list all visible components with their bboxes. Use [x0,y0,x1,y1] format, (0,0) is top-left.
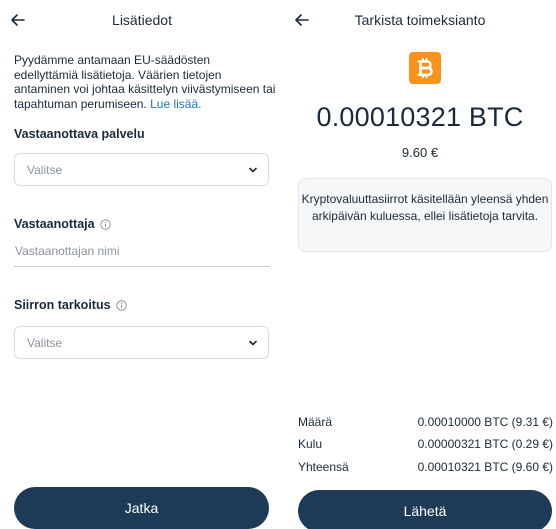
info-icon[interactable] [115,299,127,311]
summary-key: Yhteensä [298,460,349,474]
intro-body: Pyydämme antamaan EU-säädösten edellyttä… [14,53,276,111]
purpose-label: Siirron tarkoitus [14,298,127,312]
summary-value: 0.00010000 BTC (9.31 €) [417,415,553,429]
summary-value: 0.00000321 BTC (0.29 €) [417,437,553,451]
page-title: Lisätiedot [112,12,172,28]
header: Tarkista toimeksianto [284,0,556,40]
recipient-label-text: Vastaanottaja [14,217,95,231]
send-button[interactable]: Lähetä [298,490,552,529]
summary-row: Kulu 0.00000321 BTC (0.29 €) [298,437,553,453]
bitcoin-icon [409,52,441,84]
receiving-service-label-text: Vastaanottava palvelu [14,127,145,141]
header: Lisätiedot [0,0,284,40]
continue-button[interactable]: Jatka [14,487,269,529]
receiving-service-select[interactable]: Valitse [14,153,269,186]
summary-value: 0.00010321 BTC (9.60 €) [417,460,553,474]
purpose-label-text: Siirron tarkoitus [14,298,111,312]
chevron-down-icon [249,340,257,346]
purpose-placeholder: Valitse [27,336,63,350]
summary-key: Määrä [298,415,333,429]
summary-row: Yhteensä 0.00010321 BTC (9.60 €) [298,460,553,476]
additional-info-panel: Lisätiedot Pyydämme antamaan EU-säädöste… [0,0,284,529]
intro-text: Pyydämme antamaan EU-säädösten edellyttä… [14,53,276,111]
recipient-label: Vastaanottaja [14,217,111,231]
page-title: Tarkista toimeksianto [354,12,486,28]
read-more-link[interactable]: Lue lisää. [150,97,201,111]
summary-row: Määrä 0.00010000 BTC (9.31 €) [298,415,553,431]
info-icon[interactable] [99,218,111,230]
btc-amount: 0.00010321 BTC [316,102,524,132]
receiving-service-placeholder: Valitse [27,163,63,177]
recipient-name-input[interactable] [14,235,270,267]
chevron-down-icon [249,167,257,173]
review-order-panel: Tarkista toimeksianto 0.00010321 BTC 9.6… [284,0,556,529]
processing-notice: Kryptovaluuttasiirrot käsitellään yleens… [298,178,552,252]
purpose-select[interactable]: Valitse [14,326,269,359]
fiat-amount: 9.60 € [401,145,439,160]
summary-key: Kulu [298,437,323,451]
receiving-service-label: Vastaanottava palvelu [14,127,145,141]
